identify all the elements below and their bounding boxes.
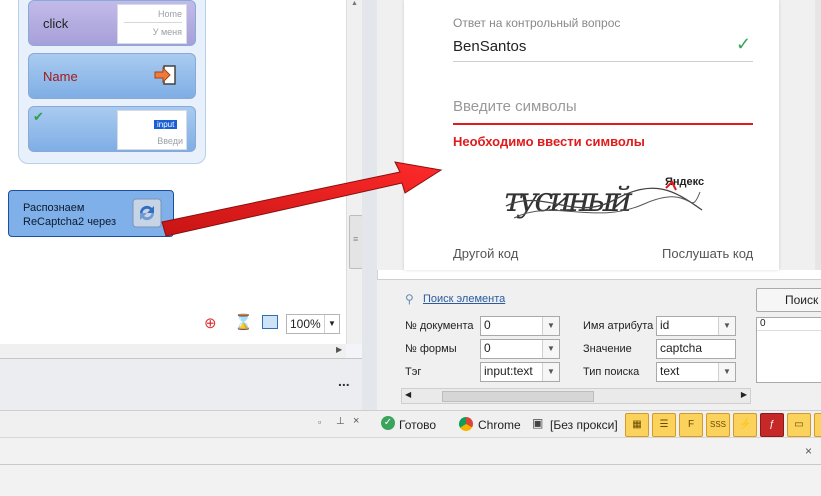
annotation-arrow: [161, 161, 443, 237]
